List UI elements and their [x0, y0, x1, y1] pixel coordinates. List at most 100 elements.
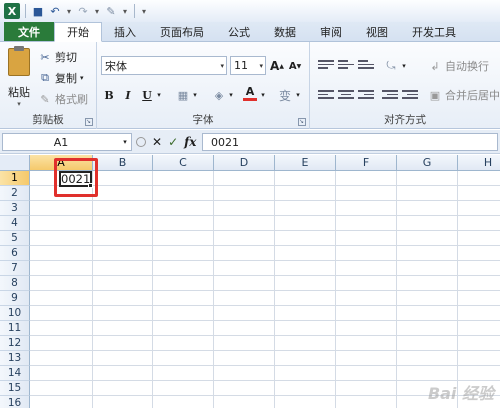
copy-button[interactable]: ⧉ 复制 ▾ [38, 69, 84, 87]
undo-icon[interactable]: ↶ [48, 4, 62, 18]
tab-developer[interactable]: 开发工具 [400, 22, 468, 41]
fill-color-icon[interactable]: ◈ [211, 86, 227, 104]
customize-qat-icon[interactable]: ▾ [140, 4, 148, 18]
enter-icon[interactable]: ✓ [168, 135, 178, 149]
underline-dropdown-icon[interactable]: ▾ [155, 86, 163, 104]
font-size-select[interactable]: 11 ▾ [230, 56, 266, 75]
grow-font-button[interactable]: A ▲ [269, 57, 285, 75]
row-header[interactable]: 2 [0, 186, 30, 201]
borders-icon[interactable]: ▦ [175, 86, 191, 104]
column-header-d[interactable]: D [214, 155, 275, 171]
align-middle-icon[interactable] [338, 60, 354, 72]
expand-icon[interactable] [136, 137, 146, 147]
paste-button[interactable]: 粘贴 ▾ [4, 46, 34, 108]
insert-function-icon[interactable]: fx [184, 135, 196, 149]
merge-center-button[interactable]: ▣ 合并后居中 [428, 86, 500, 104]
paintbrush-icon: ✎ [40, 92, 50, 106]
save-icon[interactable]: ■ [31, 4, 45, 18]
name-box[interactable]: A1 ▾ [2, 133, 132, 151]
tab-home[interactable]: 开始 [54, 22, 102, 42]
tab-page-layout[interactable]: 页面布局 [148, 22, 216, 41]
align-left-icon[interactable] [318, 90, 334, 102]
row-header[interactable]: 4 [0, 216, 30, 231]
cut-button[interactable]: ✂ 剪切 [38, 48, 77, 66]
wrap-text-button[interactable]: ↲ 自动换行 [428, 57, 489, 75]
column-header-e[interactable]: E [275, 155, 336, 171]
row-header[interactable]: 11 [0, 321, 30, 336]
row-header[interactable]: 1 [0, 171, 30, 186]
row-header[interactable]: 7 [0, 261, 30, 276]
formula-input[interactable]: 0021 [202, 133, 498, 151]
fill-color-dropdown-icon[interactable]: ▾ [227, 86, 235, 104]
align-center-icon[interactable] [338, 90, 354, 102]
format-painter-label: 格式刷 [55, 93, 88, 106]
formula-buttons: ✕ ✓ fx [136, 133, 196, 151]
cancel-icon[interactable]: ✕ [152, 135, 162, 149]
underline-button[interactable]: U [140, 86, 154, 104]
row-header[interactable]: 6 [0, 246, 30, 261]
decrease-indent-icon[interactable] [382, 90, 398, 102]
column-header-g[interactable]: G [397, 155, 458, 171]
italic-button[interactable]: I [121, 86, 135, 104]
row-header[interactable]: 3 [0, 201, 30, 216]
column-header-c[interactable]: C [153, 155, 214, 171]
gridline [30, 290, 500, 291]
chevron-down-icon[interactable]: ▾ [119, 138, 131, 146]
font-color-dropdown-icon[interactable]: ▾ [259, 86, 267, 104]
dialog-launcher-icon[interactable]: ↘ [298, 118, 306, 126]
row-header[interactable]: 15 [0, 381, 30, 396]
row-header[interactable]: 5 [0, 231, 30, 246]
tab-file[interactable]: 文件 [4, 22, 54, 41]
font-name-select[interactable]: 宋体 ▾ [101, 56, 227, 75]
column-header-f[interactable]: F [336, 155, 397, 171]
font-color-button[interactable]: A [242, 84, 258, 102]
redo-dropdown-icon[interactable]: ▾ [93, 4, 101, 18]
gridline [30, 275, 500, 276]
increase-indent-icon[interactable] [402, 90, 418, 102]
borders-dropdown-icon[interactable]: ▾ [191, 86, 199, 104]
merge-icon: ▣ [429, 88, 441, 102]
sort-dropdown-icon[interactable]: ▾ [121, 4, 129, 18]
phonetic-button[interactable]: 变 [277, 86, 293, 104]
divider [25, 4, 26, 18]
row-header[interactable]: 12 [0, 336, 30, 351]
align-bottom-icon[interactable] [358, 60, 374, 72]
dialog-launcher-icon[interactable]: ↘ [85, 118, 93, 126]
gridline [30, 260, 500, 261]
undo-dropdown-icon[interactable]: ▾ [65, 4, 73, 18]
watermark: Bai 经验 [427, 384, 494, 403]
divider [134, 4, 135, 18]
row-header[interactable]: 14 [0, 366, 30, 381]
font-group: 宋体 ▾ 11 ▾ A ▲ A ▼ B I U ▾ ▦ ▾ ◈ ▾ A ▾ 变 … [97, 42, 310, 129]
tab-formulas[interactable]: 公式 [216, 22, 262, 41]
redo-icon[interactable]: ↷ [76, 4, 90, 18]
chevron-down-icon[interactable]: ▾ [80, 74, 84, 82]
align-top-icon[interactable] [318, 60, 334, 72]
tab-view[interactable]: 视图 [354, 22, 400, 41]
orientation-dropdown-icon[interactable]: ▾ [400, 57, 408, 75]
row-header[interactable]: 9 [0, 291, 30, 306]
row-header[interactable]: 8 [0, 276, 30, 291]
format-painter-button[interactable]: ✎ 格式刷 [38, 90, 88, 108]
tab-data[interactable]: 数据 [262, 22, 308, 41]
select-all-button[interactable] [0, 155, 30, 171]
sort-icon[interactable]: ✎ [104, 4, 118, 18]
bold-button[interactable]: B [102, 86, 116, 104]
column-header-h[interactable]: H [458, 155, 500, 171]
gridline [30, 365, 500, 366]
row-header[interactable]: 10 [0, 306, 30, 321]
column-header-b[interactable]: B [93, 155, 153, 171]
cut-label: 剪切 [55, 51, 77, 64]
tab-review[interactable]: 审阅 [308, 22, 354, 41]
gridline [30, 320, 500, 321]
shrink-font-button[interactable]: A ▼ [287, 57, 303, 75]
clipboard-group: 粘贴 ▾ ✂ 剪切 ⧉ 复制 ▾ ✎ 格式刷 剪贴板 ↘ [0, 42, 97, 129]
orientation-icon[interactable]: ⤿ [382, 57, 400, 75]
shrink-font-icon: A [288, 60, 297, 72]
tab-insert[interactable]: 插入 [102, 22, 148, 41]
wrap-text-icon: ↲ [430, 59, 440, 73]
align-right-icon[interactable] [358, 90, 374, 102]
row-header[interactable]: 16 [0, 396, 30, 408]
row-header[interactable]: 13 [0, 351, 30, 366]
phonetic-dropdown-icon[interactable]: ▾ [294, 86, 302, 104]
